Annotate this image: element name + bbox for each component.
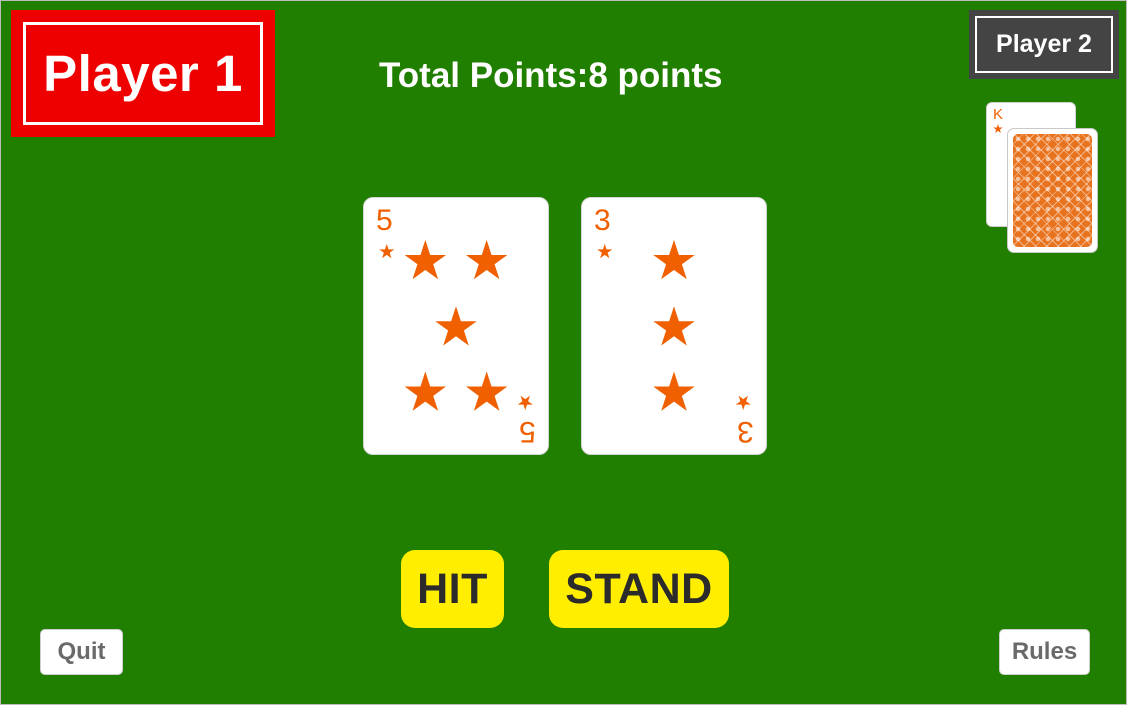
card-pips <box>379 239 533 411</box>
game-table: Player 1 Total Points: 8 points Player 2… <box>0 0 1127 705</box>
star-icon <box>597 243 613 259</box>
total-points-value: 8 points <box>588 56 723 95</box>
star-icon <box>435 306 477 346</box>
star-icon <box>653 371 695 411</box>
player1-badge: Player 1 <box>11 10 275 137</box>
opponent-card-back <box>1007 128 1098 253</box>
star-icon <box>735 395 751 411</box>
opponent-card-rank: K <box>993 106 1004 123</box>
rules-button[interactable]: Rules <box>999 629 1090 675</box>
player1-label: Player 1 <box>23 22 263 125</box>
total-points: Total Points: 8 points <box>379 53 723 99</box>
hit-button[interactable]: HIT <box>401 550 504 628</box>
player2-label: Player 2 <box>975 16 1113 73</box>
star-icon <box>404 371 447 411</box>
star-icon <box>653 239 695 280</box>
player-card-3: 3 3 <box>581 197 767 455</box>
player2-badge: Player 2 <box>969 10 1119 79</box>
star-icon <box>379 243 395 259</box>
card-pips <box>597 239 751 411</box>
star-icon <box>404 239 447 280</box>
star-icon <box>653 306 695 346</box>
total-points-label: Total Points: <box>379 56 589 95</box>
quit-button[interactable]: Quit <box>40 629 123 675</box>
star-icon <box>993 124 1003 134</box>
stand-button[interactable]: STAND <box>549 550 729 628</box>
player-card-5: 5 5 <box>363 197 549 455</box>
card-back-pattern <box>1013 134 1092 247</box>
star-icon <box>465 239 508 280</box>
star-icon <box>517 395 533 411</box>
star-icon <box>465 371 508 411</box>
